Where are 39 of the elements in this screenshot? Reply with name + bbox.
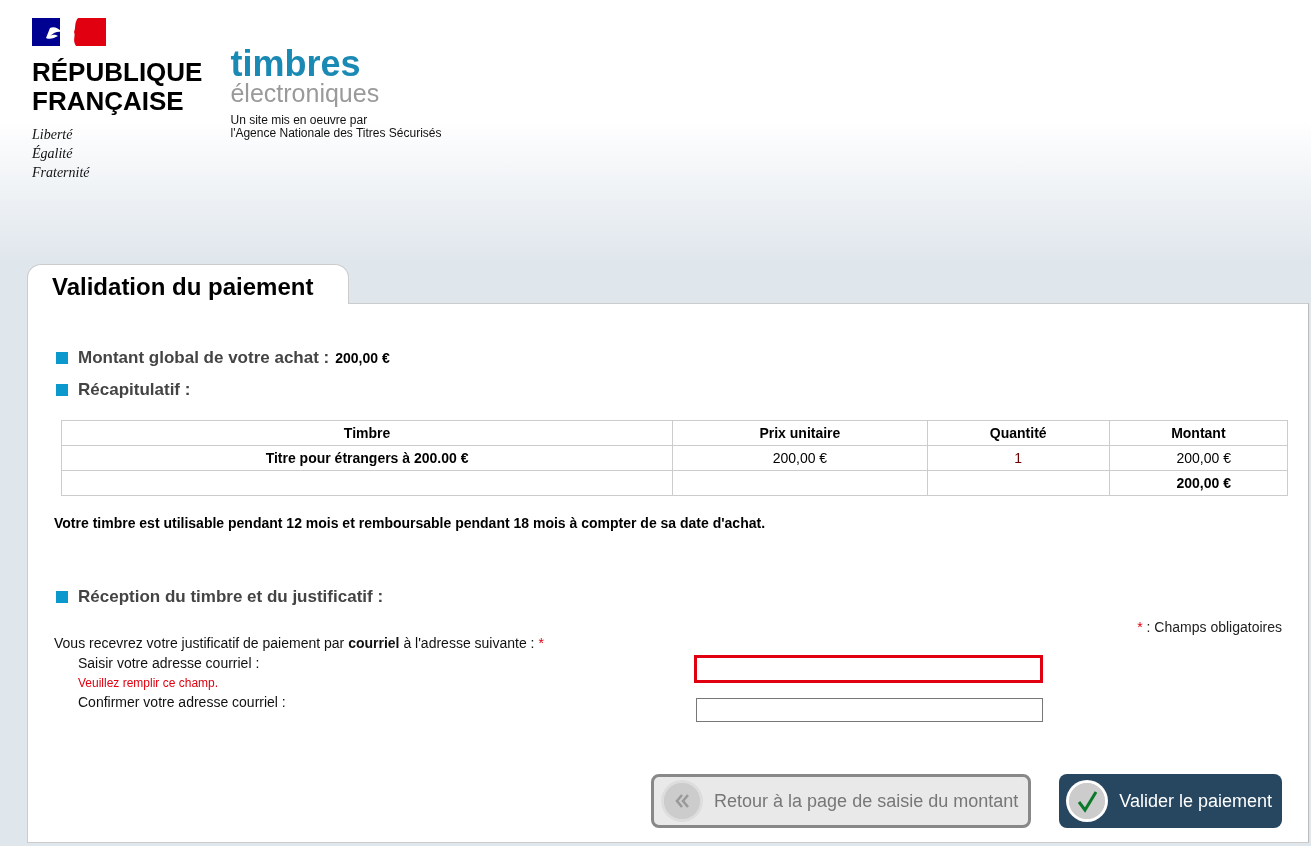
required-legend: : Champs obligatoires <box>1146 619 1282 635</box>
motto-line: Égalité <box>32 144 74 163</box>
motto-line: Fraternité <box>32 164 91 182</box>
email-field[interactable] <box>696 698 1043 722</box>
double-chevron-icon <box>664 783 701 819</box>
submit-button[interactable]: Valider le paiement <box>1059 774 1282 828</box>
error-message: Veuillez remplir ce champ. <box>78 676 220 690</box>
site-subtitle: électroniques <box>230 80 381 106</box>
section-heading: Récapitulatif : <box>78 380 191 400</box>
column-header: Quantité <box>927 420 1110 446</box>
field-label: Saisir votre adresse courriel : <box>78 655 260 671</box>
column-header: Montant <box>1109 420 1288 446</box>
bullet-icon <box>56 591 68 603</box>
amount-value: 200,00 € <box>335 350 390 366</box>
check-icon <box>1069 783 1106 819</box>
total-cell: 200,00 € <box>1109 470 1288 496</box>
section-heading: Réception du timbre et du justificatif : <box>78 587 384 607</box>
column-header: Timbre <box>61 420 673 446</box>
column-header: Prix unitaire <box>672 420 928 446</box>
operator-line: l'Agence Nationale des Titres Sécurisés <box>230 127 442 140</box>
table-cell: 200,00 € <box>672 445 928 471</box>
motto-line: Liberté <box>32 126 74 144</box>
field-label: Confirmer votre adresse courriel : <box>78 694 286 710</box>
email-field[interactable] <box>694 655 1043 683</box>
required-mark: * <box>538 635 544 651</box>
republic-name-line: FRANÇAISE <box>32 87 185 116</box>
section-heading: Montant global de votre achat : <box>78 348 330 368</box>
bullet-icon <box>56 384 68 396</box>
email-intro: Vous recevrez votre justificatif de paiement par courriel à l'adresse suivante : <box>54 635 535 651</box>
table-cell: 200,00 € <box>1109 445 1288 471</box>
bullet-icon <box>56 352 68 364</box>
table-cell: 1 <box>927 445 1110 471</box>
validity-note: Votre timbre est utilisable pendant 12 mois et remboursable pendant 18 mois à compter de sa date d'achat. <box>54 515 767 531</box>
site-title: timbres <box>230 48 361 80</box>
table-cell: Titre pour étrangers à 200.00 € <box>61 445 673 471</box>
republic-name-line: RÉPUBLIQUE <box>32 58 203 87</box>
required-mark: * <box>1137 619 1143 635</box>
page-tab[interactable]: Validation du paiement <box>27 264 349 304</box>
operator-line: Un site mis en oeuvre par <box>230 114 369 127</box>
